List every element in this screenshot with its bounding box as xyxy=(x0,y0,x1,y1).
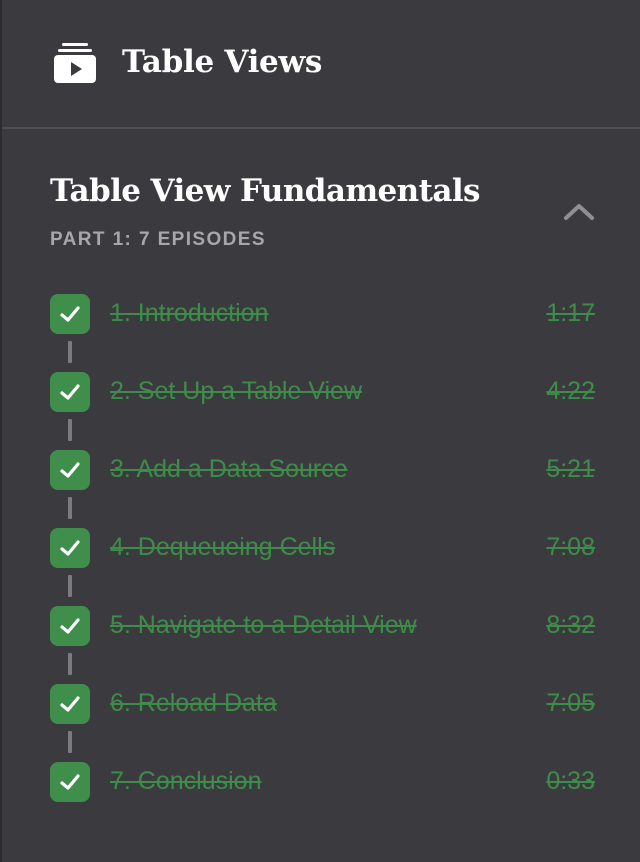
episode-title: 5. Navigate to a Detail View xyxy=(110,611,417,639)
episode-title: 2. Set Up a Table View xyxy=(110,377,363,405)
completed-check-icon xyxy=(50,684,90,724)
video-course-icon xyxy=(54,43,96,83)
episode-duration: 7:08 xyxy=(546,533,595,561)
section-title: Table View Fundamentals xyxy=(50,173,480,209)
completed-check-icon xyxy=(50,294,90,334)
course-title: Table Views xyxy=(122,44,323,80)
episode-title: 4. Dequeueing Cells xyxy=(110,533,336,561)
episode-connector xyxy=(68,341,72,363)
course-panel: Table Views Table View Fundamentals PART… xyxy=(0,0,640,862)
episode-item[interactable]: 2. Set Up a Table View 4:22 xyxy=(50,372,595,412)
course-header: Table Views xyxy=(2,0,640,129)
episode-duration: 8:32 xyxy=(546,611,595,639)
collapse-section-button[interactable] xyxy=(560,198,600,230)
episode-title: 1. Introduction xyxy=(110,299,269,327)
chevron-up-icon xyxy=(560,204,600,234)
episode-duration: 7:05 xyxy=(546,689,595,717)
episode-title: 7. Conclusion xyxy=(110,767,262,795)
episode-item[interactable]: 1. Introduction 1:17 xyxy=(50,294,595,334)
episode-item[interactable]: 5. Navigate to a Detail View 8:32 xyxy=(50,606,595,646)
episode-item[interactable]: 7. Conclusion 0:33 xyxy=(50,762,595,802)
episode-item[interactable]: 6. Reload Data 7:05 xyxy=(50,684,595,724)
episode-connector xyxy=(68,419,72,441)
completed-check-icon xyxy=(50,450,90,490)
episode-title: 6. Reload Data xyxy=(110,689,277,717)
episode-duration: 5:21 xyxy=(546,455,595,483)
episode-item[interactable]: 3. Add a Data Source 5:21 xyxy=(50,450,595,490)
completed-check-icon xyxy=(50,762,90,802)
episode-connector xyxy=(68,653,72,675)
episode-connector xyxy=(68,575,72,597)
episode-title: 3. Add a Data Source xyxy=(110,455,348,483)
episode-duration: 4:22 xyxy=(546,377,595,405)
completed-check-icon xyxy=(50,606,90,646)
episode-connector xyxy=(68,731,72,753)
episode-item[interactable]: 4. Dequeueing Cells 7:08 xyxy=(50,528,595,568)
section-subtitle: PART 1: 7 EPISODES xyxy=(50,229,266,250)
completed-check-icon xyxy=(50,528,90,568)
episode-duration: 1:17 xyxy=(546,299,595,327)
completed-check-icon xyxy=(50,372,90,412)
episode-duration: 0:33 xyxy=(546,767,595,795)
episode-connector xyxy=(68,497,72,519)
